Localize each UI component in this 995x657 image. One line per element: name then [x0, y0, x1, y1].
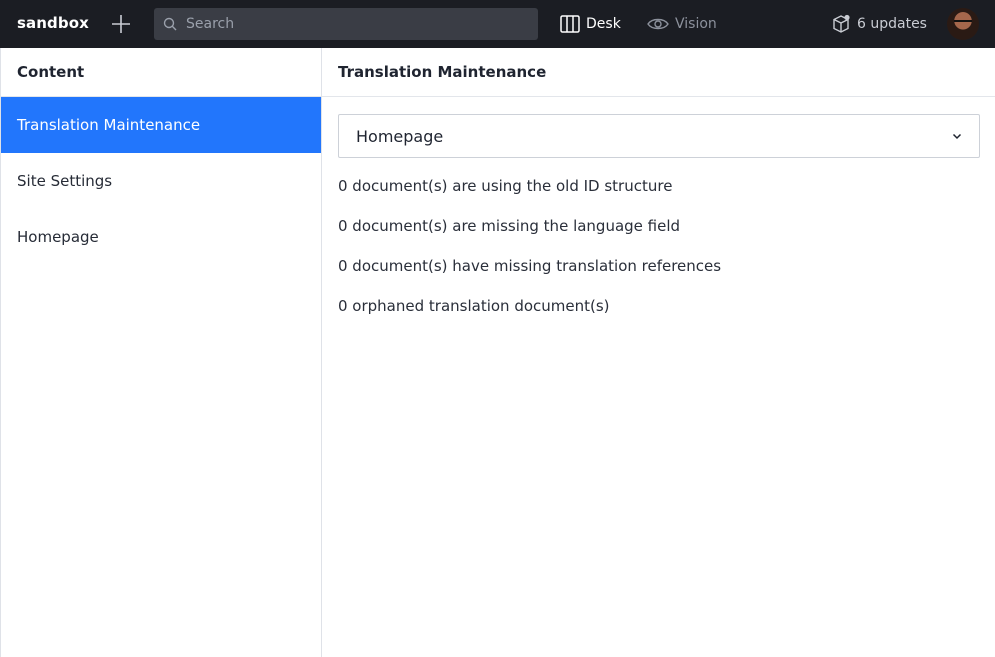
- schema-select-value: Homepage: [356, 126, 444, 146]
- content-sidebar: Content Translation Maintenance Site Set…: [0, 48, 322, 657]
- plus-icon: [112, 15, 130, 33]
- package-icon: [833, 14, 850, 33]
- top-navbar: sandbox Desk Vision 6 updates: [0, 0, 995, 48]
- sidebar-item-label: Translation Maintenance: [17, 116, 201, 134]
- page-title: Translation Maintenance: [322, 48, 995, 97]
- search-bar[interactable]: [154, 8, 538, 40]
- sidebar-item-site-settings[interactable]: Site Settings: [1, 153, 321, 209]
- schema-select[interactable]: Homepage: [338, 114, 980, 158]
- desk-tool-label: Desk: [586, 16, 621, 32]
- create-new-button[interactable]: [110, 13, 132, 35]
- sidebar-item-label: Homepage: [17, 228, 99, 246]
- search-icon: [163, 17, 177, 31]
- stat-missing-language-field: 0 document(s) are missing the language f…: [338, 217, 681, 235]
- chevron-down-icon: [952, 133, 962, 140]
- sidebar-item-translation-maintenance[interactable]: Translation Maintenance: [1, 97, 321, 153]
- vision-tool-button[interactable]: Vision: [647, 0, 717, 48]
- stat-orphaned-translations: 0 orphaned translation document(s): [338, 297, 610, 315]
- avatar-image: [954, 20, 972, 24]
- stat-missing-translation-references: 0 document(s) have missing translation r…: [338, 257, 722, 275]
- stat-old-id-structure: 0 document(s) are using the old ID struc…: [338, 177, 673, 195]
- desk-tool-button[interactable]: Desk: [560, 0, 621, 48]
- desk-icon: [560, 15, 580, 33]
- updates-label: 6 updates: [857, 16, 927, 32]
- updates-button[interactable]: 6 updates: [832, 0, 927, 48]
- eye-icon: [647, 18, 669, 30]
- search-input[interactable]: [186, 8, 526, 40]
- vision-tool-label: Vision: [675, 16, 717, 32]
- sidebar-title: Content: [1, 48, 321, 97]
- brand-logo[interactable]: sandbox: [17, 14, 89, 32]
- sidebar-item-homepage[interactable]: Homepage: [1, 209, 321, 265]
- sidebar-item-label: Site Settings: [17, 172, 113, 190]
- user-avatar[interactable]: [947, 8, 979, 40]
- translation-maintenance-pane: Translation Maintenance Homepage 0 docum…: [322, 48, 995, 657]
